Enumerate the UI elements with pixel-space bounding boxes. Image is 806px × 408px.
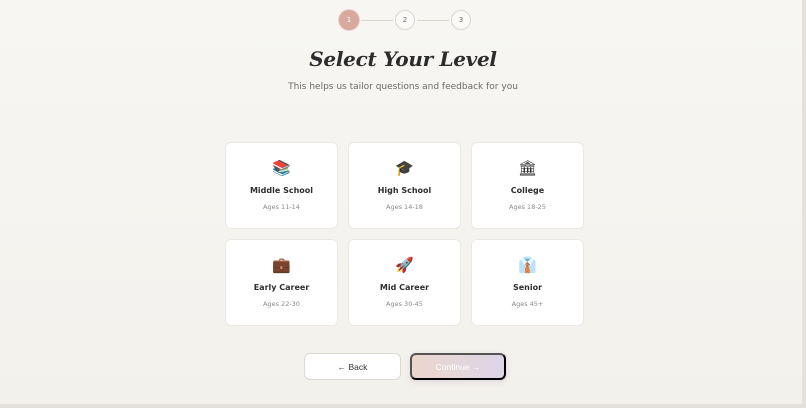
level-ages: Ages 11-14 <box>263 203 300 211</box>
step-1: 1 <box>339 10 359 30</box>
level-ages: Ages 30-45 <box>386 300 423 308</box>
level-grid: 📚 Middle School Ages 11-14 🎓 High School… <box>225 142 584 326</box>
level-title: Middle School <box>249 186 314 195</box>
progress-stepper: 1 2 3 <box>339 10 471 30</box>
level-title: Mid Career <box>379 283 430 292</box>
level-title: College <box>510 186 545 195</box>
level-card-high-school[interactable]: 🎓 High School Ages 14-18 <box>348 142 461 229</box>
step-connector <box>417 19 449 21</box>
level-card-mid-career[interactable]: 🚀 Mid Career Ages 30-45 <box>348 239 461 326</box>
level-ages: Ages 22-30 <box>263 300 300 308</box>
level-ages: Ages 45+ <box>511 300 544 308</box>
continue-button[interactable]: Continue → <box>410 353 506 380</box>
rocket-icon: 🚀 <box>395 256 414 274</box>
level-card-senior[interactable]: 👔 Senior Ages 45+ <box>471 239 584 326</box>
page-title: Select Your Level <box>309 47 497 71</box>
level-title: Senior <box>512 283 543 292</box>
level-ages: Ages 14-18 <box>386 203 423 211</box>
level-ages: Ages 18-25 <box>509 203 546 211</box>
necktie-shirt-icon: 👔 <box>518 256 537 274</box>
step-2: 2 <box>395 10 415 30</box>
app-frame: 1 2 3 Select Your Level This helps us ta… <box>0 0 806 408</box>
level-card-middle-school[interactable]: 📚 Middle School Ages 11-14 <box>225 142 338 229</box>
level-title: Early Career <box>253 283 310 292</box>
step-3: 3 <box>451 10 471 30</box>
back-button[interactable]: ← Back <box>304 353 401 380</box>
books-icon: 📚 <box>272 159 291 177</box>
page-subtitle: This helps us tailor questions and feedb… <box>288 82 518 92</box>
classical-building-icon: 🏛 <box>517 159 538 177</box>
level-card-college[interactable]: 🏛 College Ages 18-25 <box>471 142 584 229</box>
step-connector <box>361 19 393 21</box>
briefcase-icon: 💼 <box>272 256 291 274</box>
level-card-early-career[interactable]: 💼 Early Career Ages 22-30 <box>225 239 338 326</box>
level-title: High School <box>377 186 432 195</box>
graduation-cap-icon: 🎓 <box>395 159 414 177</box>
